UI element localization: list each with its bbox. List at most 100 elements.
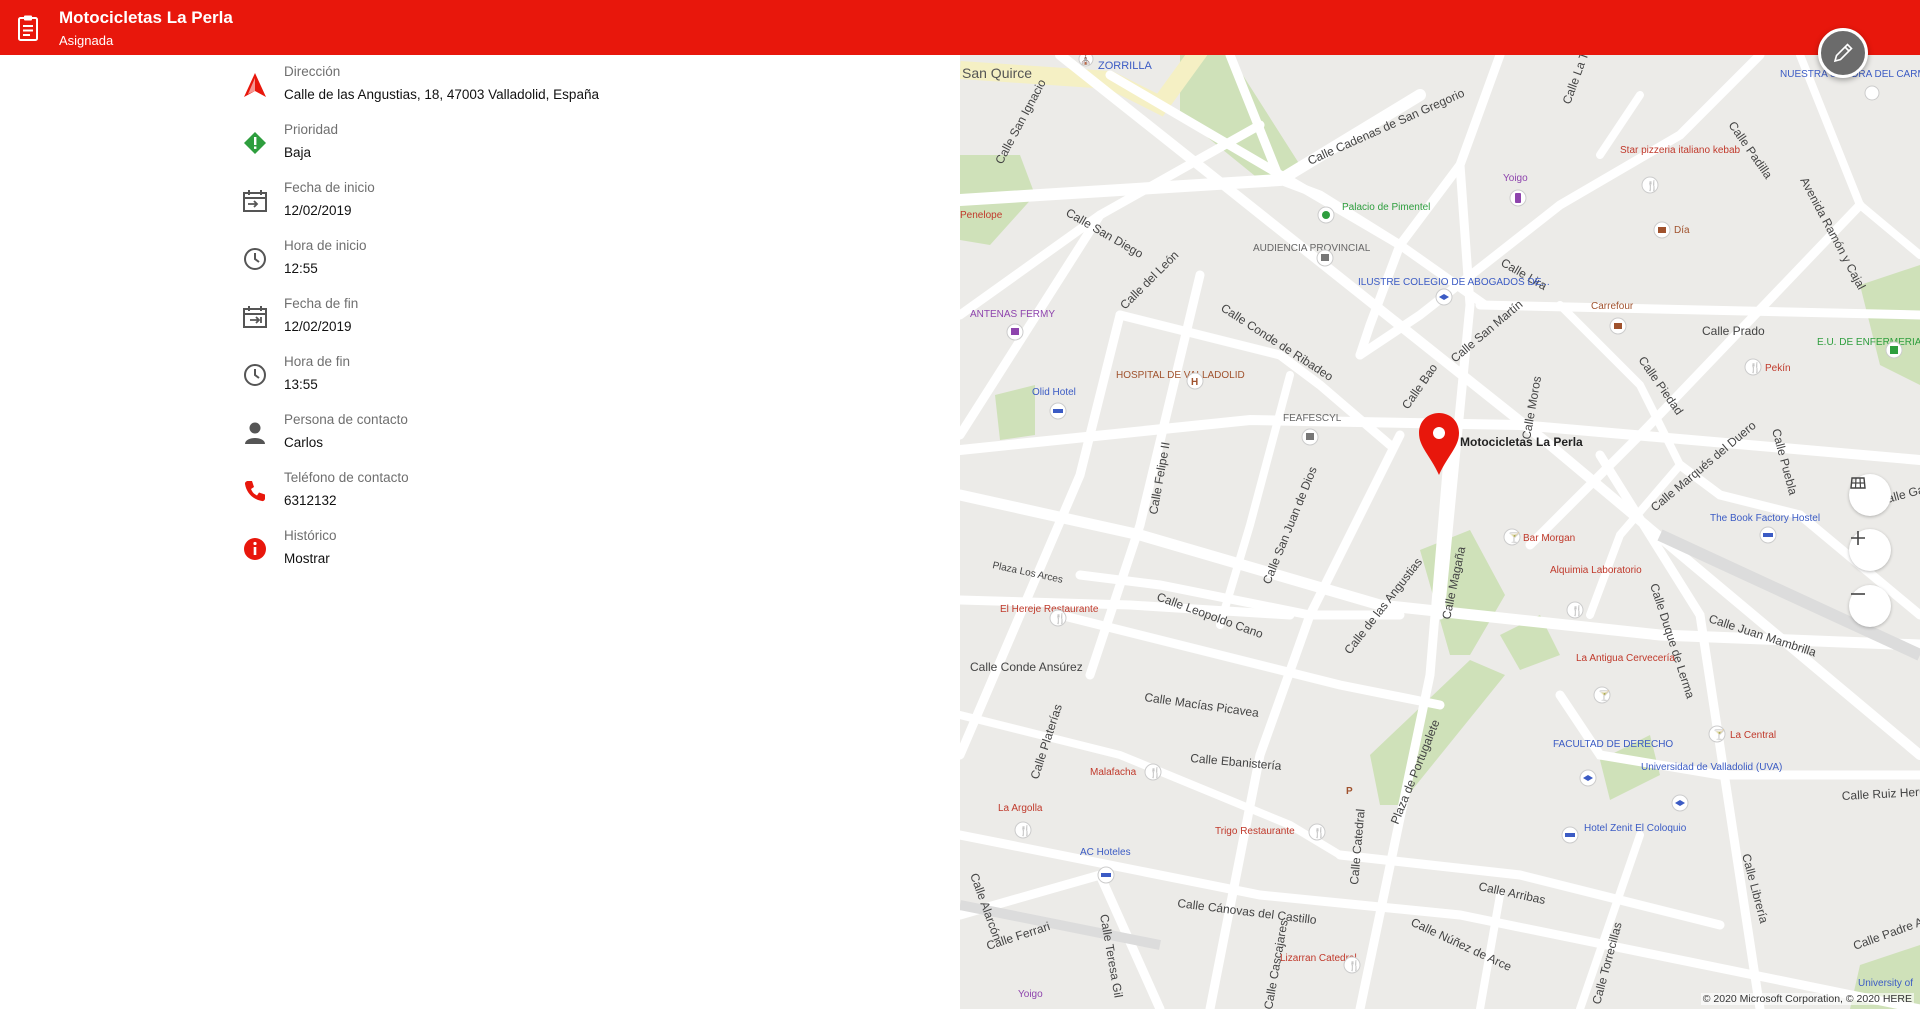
status-subtitle: Asignada (59, 33, 114, 48)
detail-label: Fecha de fin (284, 296, 359, 311)
poi-label: University of (1858, 978, 1913, 989)
calendar-end-icon (240, 302, 270, 332)
poi-label: La Antigua Cervecería (1576, 653, 1675, 664)
poi-label: AC Hoteles (1080, 847, 1131, 858)
poi-label: La Central (1730, 730, 1776, 741)
restaurant-icon[interactable]: 🍴 (1144, 763, 1162, 781)
map-view[interactable]: San Quirce Calle Cadenas de San Gregorio… (960, 55, 1920, 1009)
detail-value[interactable]: 6312132 (284, 493, 337, 508)
poi-label: ANTENAS FERMY (970, 309, 1055, 320)
detail-start-time: Hora de inicio 12:55 (240, 236, 940, 294)
poi-label: Star pizzeria italiano kebab (1620, 145, 1741, 156)
poi-label: Trigo Restaurante (1215, 826, 1295, 837)
restaurant-icon[interactable]: 🍴 (1641, 176, 1659, 194)
poi-label: The Book Factory Hostel (1710, 513, 1820, 524)
hotel-icon[interactable] (1759, 526, 1777, 544)
phone-shop-icon[interactable] (1509, 189, 1527, 207)
restaurant-icon[interactable]: 🍴 (1744, 358, 1762, 376)
street-label: Calle San Juan de Dios (1260, 465, 1320, 587)
svg-text:🍴: 🍴 (1313, 826, 1325, 839)
detail-value: Baja (284, 145, 312, 160)
svg-text:⛪: ⛪ (1080, 55, 1091, 65)
bar-icon[interactable]: 🍸 (1503, 528, 1521, 546)
shop-icon[interactable] (1609, 317, 1627, 335)
clock-icon (240, 360, 270, 390)
app-header: Motocicletas La Perla Asignada (0, 0, 1920, 55)
svg-text:🍸: 🍸 (1508, 531, 1520, 544)
poi-marker[interactable] (1864, 85, 1880, 101)
school-icon[interactable] (1579, 769, 1597, 787)
plus-icon (1851, 531, 1865, 545)
school-icon[interactable] (1671, 794, 1689, 812)
detail-value: 13:55 (284, 377, 318, 392)
detail-label: Fecha de inicio (284, 180, 375, 195)
pencil-icon (1833, 43, 1853, 63)
detail-value: 12:55 (284, 261, 318, 276)
zoom-in-button[interactable] (1849, 529, 1891, 571)
museum-icon[interactable] (1317, 206, 1335, 224)
street-label: Calle Bao (1399, 361, 1440, 412)
hospital-icon[interactable] (1885, 341, 1903, 359)
details-list: Dirección Calle de las Angustias, 18, 47… (240, 62, 940, 584)
shop-icon[interactable] (1006, 323, 1024, 341)
detail-label: Hora de fin (284, 354, 351, 369)
detail-priority: Prioridad Baja (240, 120, 940, 178)
poi-marker[interactable]: ⛪ (1078, 55, 1094, 67)
edit-button[interactable] (1818, 28, 1868, 78)
svg-text:🍴: 🍴 (1149, 766, 1161, 779)
hotel-icon[interactable] (1097, 866, 1115, 884)
detail-end-time: Hora de fin 13:55 (240, 352, 940, 410)
map-canvas[interactable]: San Quirce Calle Cadenas de San Gregorio… (960, 55, 1920, 1009)
detail-label: Dirección (284, 64, 341, 79)
poi-label: ILUSTRE COLEGIO DE ABOGADOS DE... (1358, 277, 1550, 288)
info-icon (240, 534, 270, 564)
bar-icon[interactable]: 🍸 (1708, 725, 1726, 743)
hotel-icon[interactable] (1561, 826, 1579, 844)
poi-label: Malafacha (1090, 767, 1137, 778)
detail-label: Teléfono de contacto (284, 470, 409, 485)
street-label: Calle Ruiz Hernández (1841, 783, 1920, 803)
street-label: Plaza Los Arces (991, 560, 1063, 586)
zoom-out-button[interactable] (1849, 585, 1891, 627)
street-label: Calle Ebanistería (1190, 751, 1283, 773)
hotel-icon[interactable] (1049, 402, 1067, 420)
restaurant-icon[interactable]: 🍴 (1308, 823, 1326, 841)
street-label: Calle Conde Ansúrez (970, 660, 1083, 674)
svg-text:🍸: 🍸 (1713, 728, 1725, 741)
government-icon[interactable] (1316, 249, 1334, 267)
show-history-link[interactable]: Mostrar (284, 551, 330, 566)
restaurant-icon[interactable]: 🍴 (1014, 821, 1032, 839)
school-icon[interactable] (1435, 288, 1453, 306)
parking-label: P (1346, 786, 1353, 797)
clock-icon (240, 244, 270, 274)
street-label: Calle Catedral (1347, 808, 1368, 885)
detail-value: Carlos (284, 435, 324, 450)
map-style-button[interactable] (1849, 474, 1891, 516)
poi-label: Olid Hotel (1032, 387, 1076, 398)
street-label: San Quirce (962, 65, 1032, 81)
poi-label: E.U. DE ENFERMERIA (1817, 337, 1920, 348)
poi-label: Universidad de Valladolid (UVA) (1641, 762, 1782, 773)
detail-value: 12/02/2019 (284, 319, 352, 334)
svg-text:🍴: 🍴 (1054, 612, 1066, 625)
hospital-icon[interactable]: H (1186, 372, 1204, 390)
svg-text:H: H (1191, 377, 1198, 388)
poi-label: FACULTAD DE DERECHO (1553, 739, 1673, 750)
poi-label: El Hereje Restaurante (1000, 604, 1099, 615)
bar-icon[interactable]: 🍸 (1593, 686, 1611, 704)
poi-label: FEAFESCYL (1283, 413, 1342, 424)
map-layers-icon (1850, 477, 1866, 489)
pin-label: Motocicletas La Perla (1460, 435, 1583, 449)
phone-icon[interactable] (240, 476, 270, 506)
government-icon[interactable] (1301, 428, 1319, 446)
street-label: Calle del León (1117, 248, 1181, 312)
restaurant-icon[interactable]: 🍴 (1049, 609, 1067, 627)
shop-icon[interactable] (1653, 221, 1671, 239)
street-label: Calle La Torre (1560, 55, 1599, 106)
poi-label: Palacio de Pimentel (1342, 202, 1430, 213)
restaurant-icon[interactable]: 🍴 (1343, 956, 1361, 974)
detail-label: Histórico (284, 528, 337, 543)
restaurant-icon[interactable]: 🍴 (1566, 601, 1584, 619)
calendar-start-icon (240, 186, 270, 216)
poi-label: Yoigo (1018, 989, 1043, 1000)
